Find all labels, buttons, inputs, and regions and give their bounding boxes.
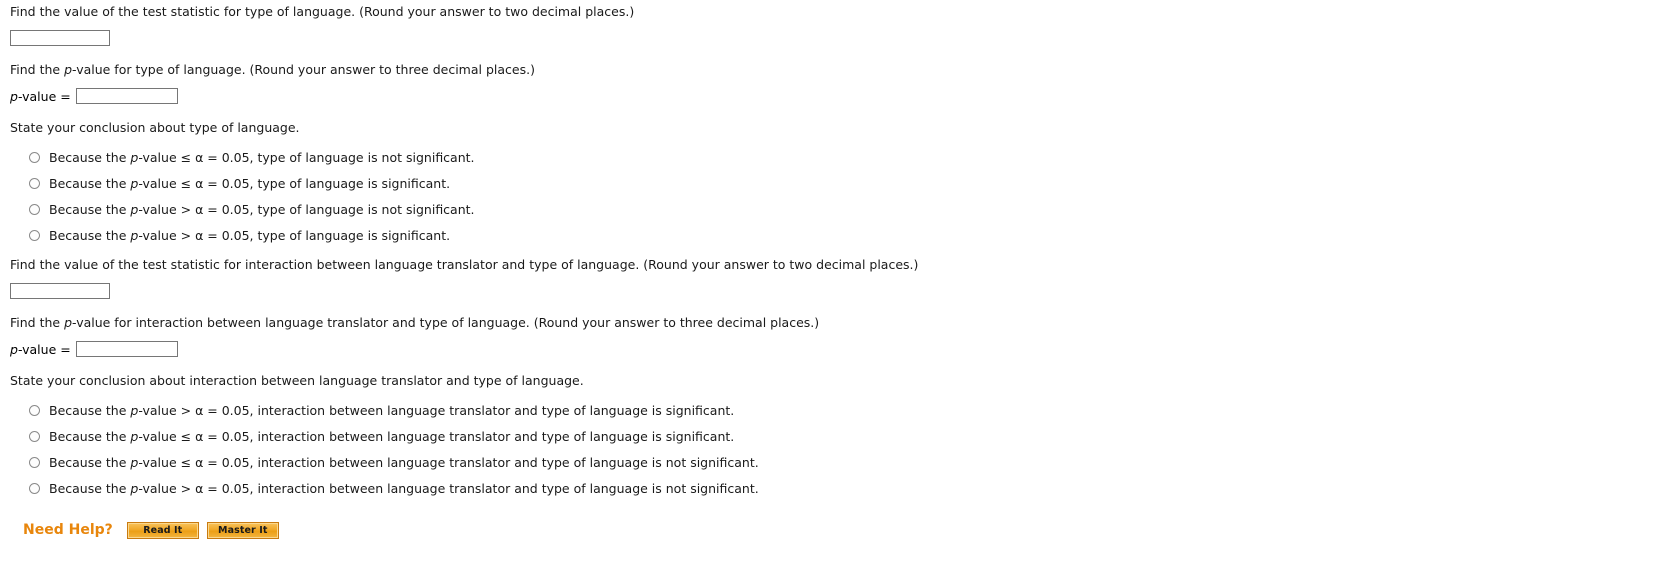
option-q6-1[interactable]: Because the p-value > α = 0.05, interact… bbox=[10, 397, 1662, 423]
need-help-row: Need Help? Read It Master It bbox=[10, 519, 1662, 541]
p-value-label: p-value = bbox=[10, 342, 71, 357]
p-value-label-italic: p bbox=[10, 88, 18, 104]
radio-button-icon[interactable] bbox=[29, 177, 40, 189]
option-q6-2[interactable]: Because the p-value ≤ α = 0.05, interact… bbox=[10, 423, 1662, 449]
radio-button-icon[interactable] bbox=[29, 229, 40, 241]
question-2-answer-row: p-value = bbox=[10, 86, 1662, 106]
option-text-pre: Because the bbox=[49, 201, 131, 217]
option-text-pre: Because the bbox=[49, 454, 131, 470]
option-q6-3-label: Because the p-value ≤ α = 0.05, interact… bbox=[49, 455, 759, 470]
option-text-pre: Because the bbox=[49, 428, 131, 444]
question-5-prompt-post: -value for interaction between language … bbox=[72, 315, 820, 330]
question-3-prompt: State your conclusion about type of lang… bbox=[10, 120, 300, 135]
option-q6-2-label: Because the p-value ≤ α = 0.05, interact… bbox=[49, 429, 734, 444]
test-statistic-language-input[interactable] bbox=[10, 30, 110, 46]
radio-button-icon[interactable] bbox=[29, 151, 40, 163]
option-text-pre: Because the bbox=[49, 227, 131, 243]
radio-button-icon[interactable] bbox=[29, 404, 40, 416]
question-2-prompt-italic: p bbox=[64, 62, 73, 77]
option-q3-1-label: Because the p-value ≤ α = 0.05, type of … bbox=[49, 150, 475, 165]
option-q3-4[interactable]: Because the p-value > α = 0.05, type of … bbox=[10, 222, 1662, 248]
option-text-post: -value > α = 0.05, interaction between l… bbox=[138, 402, 735, 418]
option-text-post: -value ≤ α = 0.05, type of language is s… bbox=[138, 175, 451, 191]
option-text-pre: Because the bbox=[49, 175, 131, 191]
question-1-answer-row bbox=[10, 28, 1662, 48]
radio-button-icon[interactable] bbox=[29, 456, 40, 468]
p-value-label-rest: -value = bbox=[17, 88, 71, 104]
question-3-options: Because the p-value ≤ α = 0.05, type of … bbox=[10, 144, 1662, 248]
option-text-post: -value ≤ α = 0.05, type of language is n… bbox=[138, 149, 475, 165]
option-q3-3[interactable]: Because the p-value > α = 0.05, type of … bbox=[10, 196, 1662, 222]
p-value-interaction-input[interactable] bbox=[75, 341, 178, 357]
question-2-prompt-post: -value for type of language. (Round your… bbox=[72, 62, 535, 77]
option-text-post: -value ≤ α = 0.05, interaction between l… bbox=[138, 428, 735, 444]
master-it-button[interactable]: Master It bbox=[206, 521, 279, 539]
option-q6-1-label: Because the p-value > α = 0.05, interact… bbox=[49, 403, 734, 418]
question-5-prompt-italic: p bbox=[64, 315, 73, 330]
exercise-body: Find the value of the test statistic for… bbox=[0, 0, 1662, 541]
option-q3-2-label: Because the p-value ≤ α = 0.05, type of … bbox=[49, 176, 450, 191]
option-text-post: -value ≤ α = 0.05, interaction between l… bbox=[138, 454, 759, 470]
question-2-prompt-pre: Find the bbox=[10, 62, 65, 77]
radio-button-icon[interactable] bbox=[29, 430, 40, 442]
question-6-prompt: State your conclusion about interaction … bbox=[10, 373, 584, 388]
option-q6-3[interactable]: Because the p-value ≤ α = 0.05, interact… bbox=[10, 449, 1662, 475]
test-statistic-interaction-input[interactable] bbox=[10, 283, 110, 299]
question-5-prompt-pre: Find the bbox=[10, 315, 65, 330]
option-q3-4-label: Because the p-value > α = 0.05, type of … bbox=[49, 228, 450, 243]
option-q6-4-label: Because the p-value > α = 0.05, interact… bbox=[49, 481, 759, 496]
question-1-prompt: Find the value of the test statistic for… bbox=[10, 4, 635, 19]
radio-button-icon[interactable] bbox=[29, 482, 40, 494]
p-value-label-italic: p bbox=[10, 341, 18, 357]
option-q6-4[interactable]: Because the p-value > α = 0.05, interact… bbox=[10, 475, 1662, 501]
option-q3-2[interactable]: Because the p-value ≤ α = 0.05, type of … bbox=[10, 170, 1662, 196]
question-5-answer-row: p-value = bbox=[10, 339, 1662, 359]
option-text-post: -value > α = 0.05, interaction between l… bbox=[138, 480, 759, 496]
p-value-label: p-value = bbox=[10, 89, 71, 104]
option-q3-3-label: Because the p-value > α = 0.05, type of … bbox=[49, 202, 475, 217]
option-text-pre: Because the bbox=[49, 480, 131, 496]
question-5-prompt: Find the p-value for interaction between… bbox=[10, 315, 1662, 330]
p-value-label-rest: -value = bbox=[17, 341, 71, 357]
p-value-language-input[interactable] bbox=[75, 88, 178, 104]
question-4-answer-row bbox=[10, 281, 1662, 301]
question-6-options: Because the p-value > α = 0.05, interact… bbox=[10, 397, 1662, 501]
option-q3-1[interactable]: Because the p-value ≤ α = 0.05, type of … bbox=[10, 144, 1662, 170]
read-it-button[interactable]: Read It bbox=[126, 521, 199, 539]
need-help-label: Need Help? bbox=[23, 522, 113, 538]
question-2-prompt: Find the p-value for type of language. (… bbox=[10, 62, 1662, 77]
question-4-prompt: Find the value of the test statistic for… bbox=[10, 257, 919, 272]
option-text-pre: Because the bbox=[49, 402, 131, 418]
option-text-pre: Because the bbox=[49, 149, 131, 165]
option-text-post: -value > α = 0.05, type of language is n… bbox=[138, 201, 475, 217]
option-text-post: -value > α = 0.05, type of language is s… bbox=[138, 227, 451, 243]
radio-button-icon[interactable] bbox=[29, 203, 40, 215]
